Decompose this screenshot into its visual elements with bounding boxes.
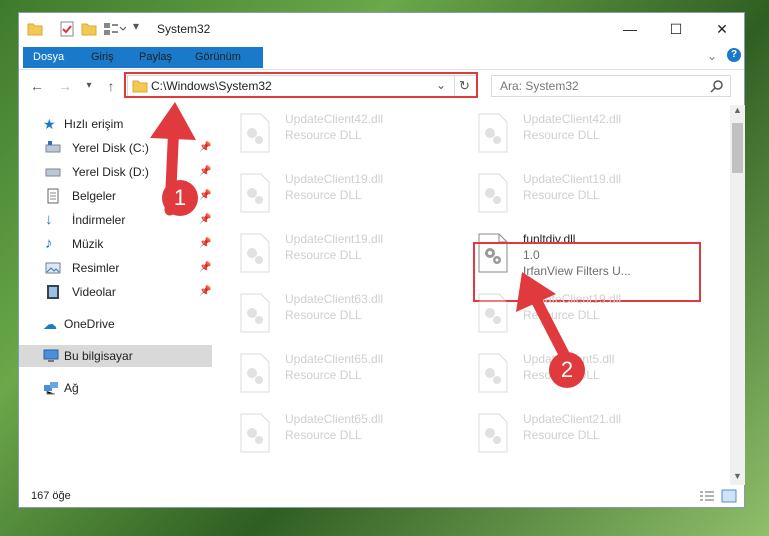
list-item[interactable]: UpdateClient65.dll Resource DLL [215, 409, 435, 457]
item-count: 167 öğe [31, 490, 71, 502]
minimize-button[interactable]: — [607, 13, 653, 45]
documents-icon [47, 188, 59, 204]
pin-icon[interactable]: 📌 [199, 233, 211, 255]
list-item[interactable]: UpdateClient21.dll Resource DLL [453, 409, 673, 457]
ribbon-tabs: Dosya Giriş Paylaş Görünüm ⌄ ? [19, 45, 744, 70]
dll-file-icon [478, 293, 508, 333]
file-list: UpdateClient42.dll Resource DLL UpdateCl… [215, 105, 729, 475]
download-icon: ↓ [45, 211, 53, 228]
star-icon: ★ [43, 116, 56, 132]
close-button[interactable]: ✕ [699, 13, 745, 45]
customize-toolbar-icon[interactable] [103, 21, 127, 37]
dll-file-icon [240, 353, 270, 393]
tab-share[interactable]: Paylaş [133, 48, 178, 66]
dll-file-icon [478, 353, 508, 393]
list-item[interactable]: UpdateClient65.dll Resource DLL [215, 349, 435, 397]
forward-icon[interactable]: → [55, 77, 75, 95]
back-icon[interactable]: ← [27, 77, 47, 95]
details-view-icon[interactable] [699, 490, 715, 504]
chevron-down-icon[interactable]: ▾ [133, 19, 139, 35]
sidebar-item-this-pc[interactable]: Bu bilgisayar [19, 345, 212, 367]
network-icon [44, 382, 58, 395]
step-badge-1: 1 [162, 180, 198, 216]
pictures-icon [45, 262, 61, 274]
status-bar: 167 öğe [19, 486, 744, 508]
search-placeholder: Ara: System32 [500, 79, 579, 93]
help-icon[interactable]: ? [727, 48, 741, 62]
sidebar-item-pictures[interactable]: Resimler 📌 [19, 257, 212, 279]
dll-file-icon [240, 173, 270, 213]
computer-icon [43, 349, 59, 362]
search-input[interactable]: Ara: System32 [491, 75, 731, 97]
sidebar-item-videos[interactable]: Videolar 📌 [19, 281, 212, 303]
window-title: System32 [157, 22, 211, 36]
dll-file-icon [240, 413, 270, 453]
scroll-up-icon[interactable]: ▲ [733, 105, 742, 115]
tab-home[interactable]: Giriş [85, 48, 120, 66]
list-item[interactable]: UpdateClient19.dll Resource DLL [215, 229, 435, 277]
drive-icon [45, 168, 61, 177]
sidebar-item-music[interactable]: ♪ Müzik 📌 [19, 233, 212, 255]
folder-icon[interactable] [27, 21, 43, 37]
sidebar-item-onedrive[interactable]: ☁ OneDrive [19, 313, 212, 335]
large-icons-view-icon[interactable] [721, 489, 737, 503]
pin-icon[interactable]: 📌 [199, 257, 211, 279]
explorer-window: ▾ System32 — ☐ ✕ Dosya Giriş Paylaş Görü… [18, 12, 745, 508]
dll-file-icon [478, 113, 508, 153]
maximize-button[interactable]: ☐ [653, 13, 699, 45]
sidebar-item-network[interactable]: Ağ [19, 377, 212, 399]
recent-locations-icon[interactable]: ▾ [79, 77, 99, 95]
scrollbar-thumb[interactable] [732, 123, 743, 173]
dll-file-icon [240, 113, 270, 153]
expand-ribbon-icon[interactable]: ⌄ [707, 49, 717, 63]
navigation-bar: ← → ▾ ↑ C:\Windows\System32 ⌄ ↻ Ara: Sys… [19, 71, 744, 101]
title-bar: ▾ System32 — ☐ ✕ [19, 13, 744, 45]
dll-file-icon [240, 233, 270, 273]
properties-icon[interactable] [59, 21, 75, 37]
list-item[interactable]: UpdateClient42.dll Resource DLL [215, 109, 435, 157]
new-folder-icon[interactable] [81, 21, 97, 37]
dll-file-icon [478, 413, 508, 453]
search-icon [710, 80, 723, 93]
list-item[interactable]: UpdateClient42.dll Resource DLL [453, 109, 673, 157]
tab-view[interactable]: Görünüm [189, 48, 247, 66]
list-item[interactable]: UpdateClient63.dll Resource DLL [215, 289, 435, 337]
pin-icon[interactable]: 📌 [199, 281, 211, 303]
music-icon: ♪ [45, 235, 53, 252]
list-item[interactable]: UpdateClient19.dll Resource DLL [453, 169, 673, 217]
list-item[interactable]: UpdateClient19.dll Resource DLL [215, 169, 435, 217]
scroll-down-icon[interactable]: ▼ [733, 471, 742, 481]
up-icon[interactable]: ↑ [101, 77, 121, 95]
videos-icon [47, 285, 59, 299]
step-badge-2: 2 [549, 352, 585, 388]
cloud-icon: ☁ [43, 316, 57, 332]
address-bar-highlight [124, 72, 478, 98]
dll-file-icon [478, 173, 508, 213]
dll-file-icon [240, 293, 270, 333]
vertical-scrollbar[interactable]: ▲ ▼ [730, 105, 745, 485]
drive-icon [45, 141, 61, 153]
